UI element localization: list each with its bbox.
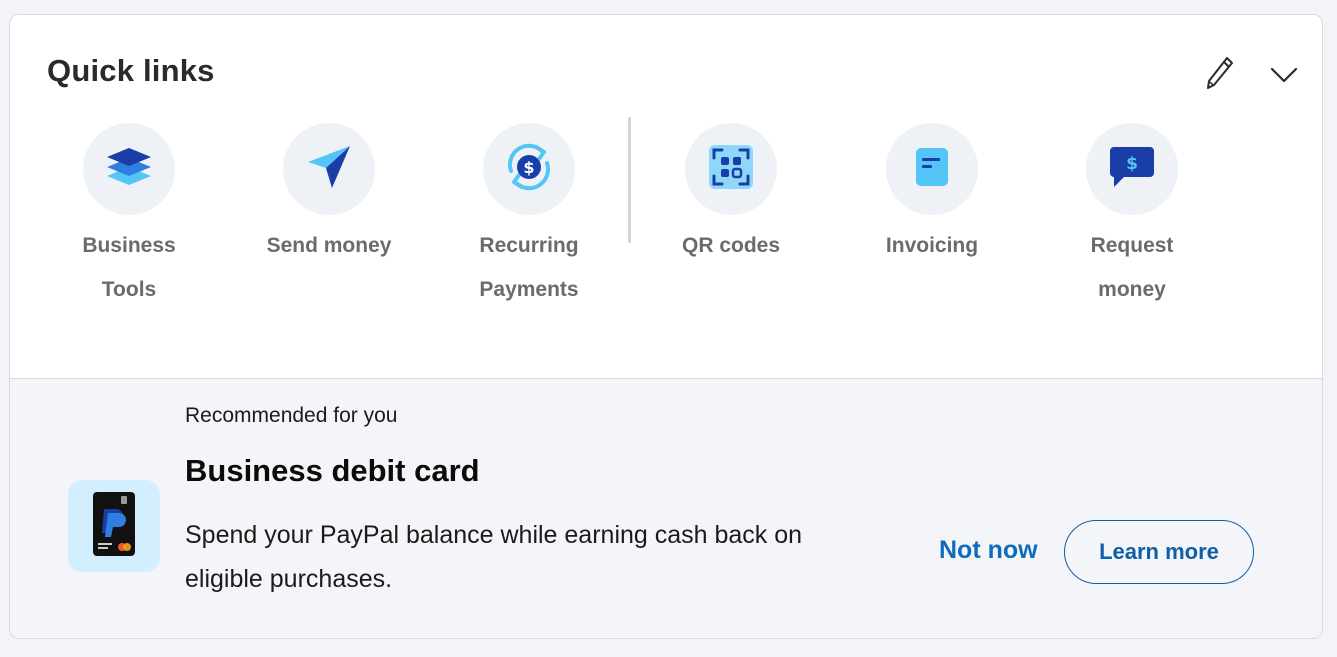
qr-code-icon bbox=[708, 144, 754, 195]
quick-links-card: Quick links Business Tools Send money $ … bbox=[9, 14, 1323, 639]
quick-link-label: Business Tools bbox=[82, 234, 176, 301]
quick-links-title: Quick links bbox=[47, 53, 215, 88]
recurring-dollar-icon: $ bbox=[503, 141, 555, 198]
quick-link-send-money[interactable]: Send money bbox=[239, 123, 419, 268]
not-now-button[interactable]: Not now bbox=[939, 536, 1038, 565]
recommendation-body: Spend your PayPal balance while earning … bbox=[185, 521, 803, 593]
chevron-down-icon bbox=[1270, 66, 1298, 89]
quick-link-icon-circle: $ bbox=[483, 123, 575, 215]
chat-dollar-icon: $ bbox=[1108, 145, 1156, 194]
quick-link-label: Invoicing bbox=[885, 234, 979, 257]
quick-link-icon-circle bbox=[83, 123, 175, 215]
svg-text:$: $ bbox=[523, 158, 534, 177]
quick-links-list: Business Tools Send money $ Recurring Pa… bbox=[10, 123, 1322, 323]
quick-links-divider bbox=[628, 117, 631, 243]
paypal-debit-card-icon bbox=[92, 491, 136, 562]
quick-link-icon-circle bbox=[886, 123, 978, 215]
debit-card-image bbox=[68, 480, 160, 572]
quick-link-label: Request money bbox=[1090, 234, 1174, 301]
svg-text:$: $ bbox=[1126, 154, 1138, 174]
quick-link-label: QR codes bbox=[681, 234, 781, 257]
recommendation-title: Business debit card bbox=[185, 453, 480, 488]
layers-icon bbox=[105, 145, 153, 194]
quick-link-icon-circle: $ bbox=[1086, 123, 1178, 215]
quick-link-icon-circle bbox=[685, 123, 777, 215]
pencil-icon bbox=[1205, 55, 1235, 96]
quick-link-business-tools[interactable]: Business Tools bbox=[39, 123, 219, 312]
recommendation-eyebrow: Recommended for you bbox=[185, 404, 398, 427]
learn-more-button[interactable]: Learn more bbox=[1064, 520, 1254, 584]
quick-link-label: Send money bbox=[266, 234, 392, 257]
quick-link-icon-circle bbox=[283, 123, 375, 215]
paper-plane-icon bbox=[306, 144, 352, 195]
invoice-icon bbox=[914, 146, 950, 193]
quick-link-label: Recurring Payments bbox=[479, 234, 579, 301]
quick-link-recurring-payments[interactable]: $ Recurring Payments bbox=[439, 123, 619, 312]
quick-link-invoicing[interactable]: Invoicing bbox=[842, 123, 1022, 268]
quick-link-qr-codes[interactable]: QR codes bbox=[641, 123, 821, 268]
collapse-button[interactable] bbox=[1266, 61, 1302, 93]
recommendation-panel: Recommended for you Business debit card … bbox=[10, 378, 1322, 638]
quick-link-request-money[interactable]: $ Request money bbox=[1042, 123, 1222, 312]
edit-quick-links-button[interactable] bbox=[1202, 55, 1238, 95]
